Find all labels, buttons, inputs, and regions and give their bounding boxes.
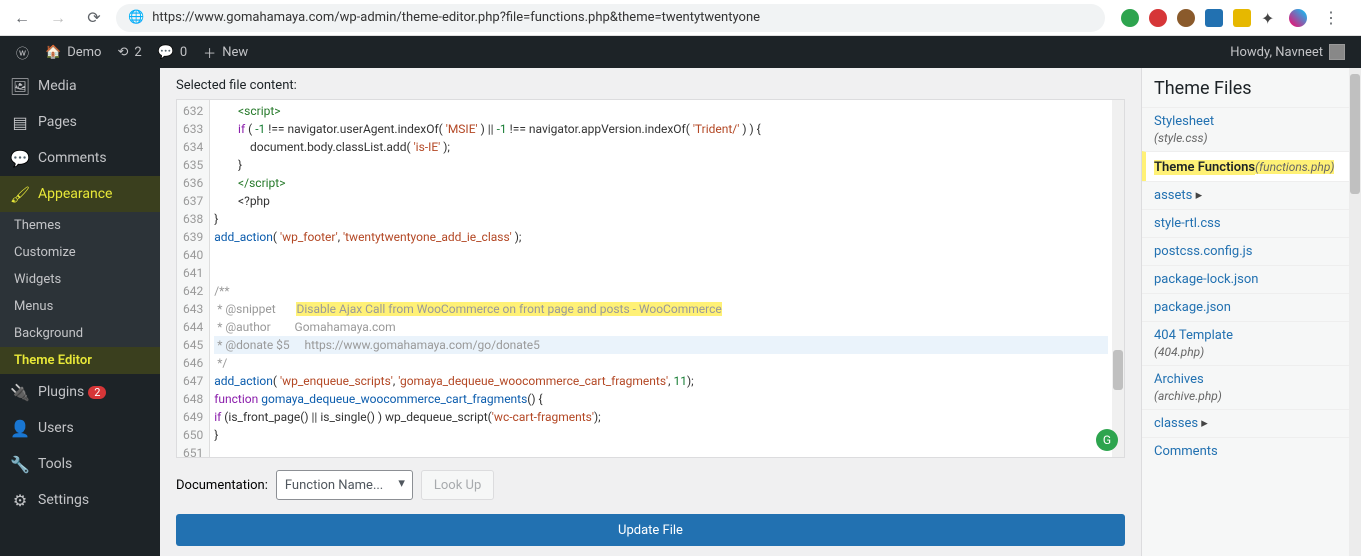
update-file-button[interactable]: Update File — [176, 514, 1125, 546]
url-text: https://www.gomahamaya.com/wp-admin/them… — [152, 10, 760, 25]
ext-icon-4[interactable] — [1205, 9, 1223, 27]
file-style-rtl-css[interactable]: style-rtl.css — [1142, 209, 1361, 237]
files-scrollbar[interactable] — [1349, 68, 1361, 556]
settings-icon: ⚙ — [10, 490, 30, 510]
file-postcss-config-js[interactable]: postcss.config.js — [1142, 237, 1361, 265]
file-archives[interactable]: Archives(archive.php) — [1142, 365, 1361, 409]
wp-logo[interactable]: ⓦ — [8, 36, 37, 68]
sidebar-item-settings[interactable]: ⚙Settings — [0, 482, 160, 518]
main-content: Selected file content: 63263363463563663… — [160, 68, 1361, 556]
file-comments[interactable]: Comments — [1142, 437, 1361, 465]
pages-icon: ▤ — [10, 112, 30, 132]
extension-icons: ✦ ⋮ — [1113, 4, 1353, 32]
sidebar-item-media[interactable]: 🖼Media — [0, 68, 160, 104]
users-icon: 👤 — [10, 418, 30, 438]
file-classes[interactable]: classes — [1142, 409, 1361, 437]
line-gutter: 6326336346356366376386396406416426436446… — [177, 100, 210, 457]
ext-icon-5[interactable] — [1233, 9, 1251, 27]
new-link[interactable]: ＋New — [195, 36, 256, 68]
file-404-template[interactable]: 404 Template(404.php) — [1142, 321, 1361, 365]
refresh-icon: ⟲ — [117, 45, 128, 60]
file-stylesheet[interactable]: Stylesheet(style.css) — [1142, 107, 1361, 151]
site-link[interactable]: 🏠Demo — [37, 36, 109, 68]
sidebar-item-users[interactable]: 👤Users — [0, 410, 160, 446]
browser-toolbar: ← → ⟳ 🌐 https://www.gomahamaya.com/wp-ad… — [0, 0, 1361, 36]
editor-heading: Selected file content: — [176, 78, 1125, 93]
ext-icon-1[interactable] — [1121, 9, 1139, 27]
reload-button[interactable]: ⟳ — [80, 4, 108, 32]
address-bar[interactable]: 🌐 https://www.gomahamaya.com/wp-admin/th… — [116, 4, 1105, 32]
avatar-icon — [1329, 44, 1345, 60]
sidebar-item-tools[interactable]: 🔧Tools — [0, 446, 160, 482]
brush-icon: 🖌 — [10, 184, 30, 204]
media-icon: 🖼 — [10, 76, 30, 96]
theme-files-panel: Theme Files Stylesheet(style.css)Theme F… — [1141, 68, 1361, 556]
ext-icon-3[interactable] — [1177, 9, 1195, 27]
sidebar-sub-themes[interactable]: Themes — [0, 212, 160, 239]
account-link[interactable]: Howdy, Navneet — [1230, 44, 1353, 60]
globe-icon: 🌐 — [128, 10, 144, 25]
forward-button[interactable]: → — [44, 4, 72, 32]
file-theme-functions[interactable]: Theme Functions(functions.php) — [1142, 151, 1361, 181]
sidebar-sub-customize[interactable]: Customize — [0, 239, 160, 266]
sidebar-sub-widgets[interactable]: Widgets — [0, 266, 160, 293]
ext-icon-6[interactable] — [1289, 9, 1307, 27]
ext-icon-2[interactable] — [1149, 9, 1167, 27]
files-heading: Theme Files — [1142, 78, 1361, 107]
editor-scrollbar[interactable] — [1112, 100, 1124, 457]
back-button[interactable]: ← — [8, 4, 36, 32]
tools-icon: 🔧 — [10, 454, 30, 474]
plugins-icon: 🔌 — [10, 382, 30, 402]
plus-icon: ＋ — [203, 43, 216, 62]
admin-sidebar: 🖼Media▤Pages💬Comments 🖌 Appearance Theme… — [0, 68, 160, 556]
file-package-json[interactable]: package.json — [1142, 293, 1361, 321]
updates-link[interactable]: ⟲2 — [109, 36, 149, 68]
menu-icon[interactable]: ⋮ — [1317, 4, 1345, 32]
comment-icon: 💬 — [158, 45, 174, 60]
home-icon: 🏠 — [45, 45, 61, 60]
sidebar-appearance[interactable]: 🖌 Appearance — [0, 176, 160, 212]
sidebar-item-pages[interactable]: ▤Pages — [0, 104, 160, 140]
code-area[interactable]: <script> if ( -1 !== navigator.userAgent… — [210, 100, 1112, 457]
doc-select[interactable]: Function Name... — [276, 470, 413, 500]
wp-admin-bar: ⓦ 🏠Demo ⟲2 💬0 ＋New Howdy, Navneet — [0, 36, 1361, 68]
code-editor[interactable]: 6326336346356366376386396406416426436446… — [176, 99, 1125, 458]
extensions-icon[interactable]: ✦ — [1261, 9, 1279, 27]
sidebar-sub-theme-editor[interactable]: Theme Editor — [0, 347, 160, 374]
file-package-lock-json[interactable]: package-lock.json — [1142, 265, 1361, 293]
grammarly-icon[interactable]: G — [1096, 429, 1118, 451]
sidebar-sub-background[interactable]: Background — [0, 320, 160, 347]
sidebar-item-comments[interactable]: 💬Comments — [0, 140, 160, 176]
sidebar-item-plugins[interactable]: 🔌Plugins2 — [0, 374, 160, 410]
file-assets[interactable]: assets — [1142, 181, 1361, 209]
comments-link[interactable]: 💬0 — [150, 36, 196, 68]
doc-label: Documentation: — [176, 478, 268, 493]
lookup-button[interactable]: Look Up — [421, 470, 494, 500]
comments-icon: 💬 — [10, 148, 30, 168]
sidebar-sub-menus[interactable]: Menus — [0, 293, 160, 320]
